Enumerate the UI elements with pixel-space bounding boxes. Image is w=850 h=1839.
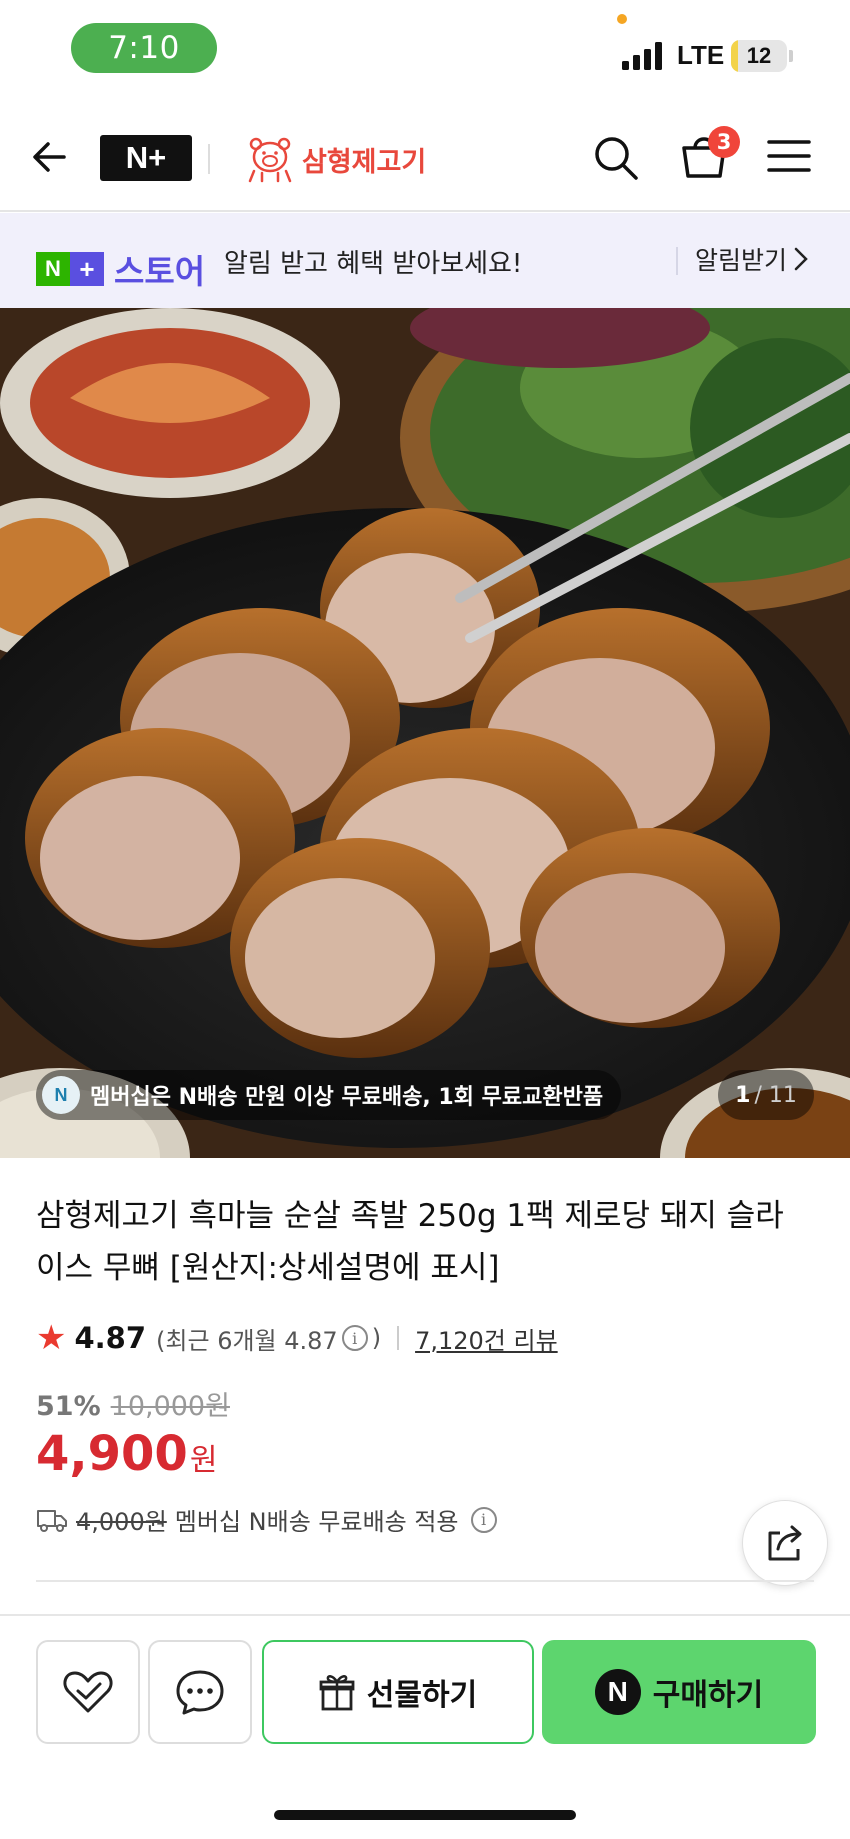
logo-divider: [208, 144, 210, 174]
search-icon[interactable]: [590, 132, 642, 184]
section-divider: [36, 1580, 814, 1582]
privacy-indicator-dot: [617, 14, 627, 24]
heart-check-icon: [63, 1671, 113, 1713]
share-button[interactable]: [742, 1500, 828, 1586]
membership-n-icon: N: [42, 1076, 80, 1114]
recent-rating-close: ): [371, 1324, 382, 1352]
status-time: 7:10: [71, 23, 217, 73]
network-type: LTE: [677, 40, 725, 70]
battery-icon: 12: [731, 40, 787, 72]
membership-promo-badge: N 멤버십은 N배송 만원 이상 무료배송, 1회 무료교환반품: [36, 1070, 622, 1120]
chevron-right-icon: [794, 247, 808, 271]
buy-button-label: 구매하기: [652, 1678, 764, 1713]
hamburger-menu-icon[interactable]: [766, 136, 812, 176]
notice-message: 알림 받고 혜택 받아보세요!: [224, 249, 523, 279]
pager-total: / 11: [754, 1082, 797, 1108]
chat-inquiry-button[interactable]: [148, 1640, 252, 1744]
info-icon[interactable]: i: [341, 1325, 368, 1351]
product-photo: [0, 308, 850, 1158]
back-arrow-icon[interactable]: [28, 132, 78, 182]
wishlist-button[interactable]: [36, 1640, 140, 1744]
currency-unit: 원: [189, 1443, 218, 1478]
chat-bubble-icon: [176, 1670, 224, 1715]
image-pager: 1 / 11: [718, 1070, 814, 1120]
buy-button[interactable]: N 구매하기: [542, 1640, 816, 1744]
membership-promo-text: 멤버십은 N배송 만원 이상 무료배송, 1회 무료교환반품: [90, 1085, 604, 1110]
brand-logo[interactable]: 삼형제고기: [244, 132, 444, 186]
notice-divider: [676, 247, 678, 275]
price-row: 4,900 원: [36, 1426, 217, 1482]
home-indicator: [274, 1810, 576, 1820]
shipping-fee: 4,000원: [76, 1508, 167, 1536]
shipping-row: 4,000원 멤버십 N배송 무료배송 적용 i: [36, 1502, 501, 1537]
store-logo-text: 스토어: [114, 252, 206, 291]
store-alert-banner[interactable]: N + 스토어 알림 받고 혜택 받아보세요! 알림받기: [0, 213, 850, 308]
rating-row: ★ 4.87 (최근 6개월 4.87 i ) 7,120건 리뷰: [36, 1318, 558, 1358]
nplus-logo[interactable]: N+: [100, 135, 192, 181]
sale-price: 4,900: [36, 1426, 188, 1482]
rating-value: 4.87: [74, 1321, 147, 1355]
npay-icon: N: [594, 1669, 641, 1715]
battery-level: 12: [746, 43, 772, 68]
shipping-info-icon[interactable]: i: [470, 1506, 497, 1533]
product-title: 삼형제고기 흑마늘 순살 족발 250g 1팩 제로당 돼지 슬라이스 무뼈 […: [36, 1198, 784, 1286]
brand-name: 삼형제고기: [302, 146, 427, 178]
delivery-truck-icon: [37, 1509, 67, 1532]
product-image-carousel[interactable]: N 멤버십은 N배송 만원 이상 무료배송, 1회 무료교환반품 1 / 11: [0, 308, 850, 1158]
rating-divider: [397, 1326, 400, 1350]
plus-box-icon: +: [70, 252, 104, 286]
cart-count-badge: 3: [708, 126, 740, 158]
discount-row: 51% 10,000원: [36, 1384, 230, 1423]
discount-rate: 51%: [36, 1391, 101, 1422]
recent-rating-text: (최근 6개월 4.87: [156, 1326, 338, 1355]
status-bar: 7:10 LTE 12: [0, 0, 850, 100]
nplus-store-logo: N + 스토어: [36, 245, 205, 293]
battery-tip: [789, 50, 793, 62]
gift-icon: [319, 1675, 355, 1711]
cellular-signal-icon: [622, 42, 662, 70]
pager-current: 1: [735, 1082, 751, 1108]
gift-button-label: 선물하기: [366, 1678, 478, 1713]
shipping-note: 멤버십 N배송 무료배송 적용: [174, 1508, 459, 1536]
star-icon: ★: [36, 1318, 67, 1358]
gift-button[interactable]: 선물하기: [262, 1640, 534, 1744]
review-count-link[interactable]: 7,120건 리뷰: [415, 1321, 558, 1356]
alert-subscribe-label: 알림받기: [695, 246, 788, 275]
bottom-action-bar: 선물하기 N 구매하기: [0, 1614, 850, 1839]
original-price: 10,000원: [110, 1391, 230, 1422]
pig-mascot-icon: [248, 137, 292, 183]
alert-subscribe-link[interactable]: 알림받기: [695, 241, 809, 277]
n-box-icon: N: [36, 252, 70, 286]
app-header: N+ 삼형제고기 3: [0, 110, 850, 212]
share-icon: [768, 1525, 802, 1561]
